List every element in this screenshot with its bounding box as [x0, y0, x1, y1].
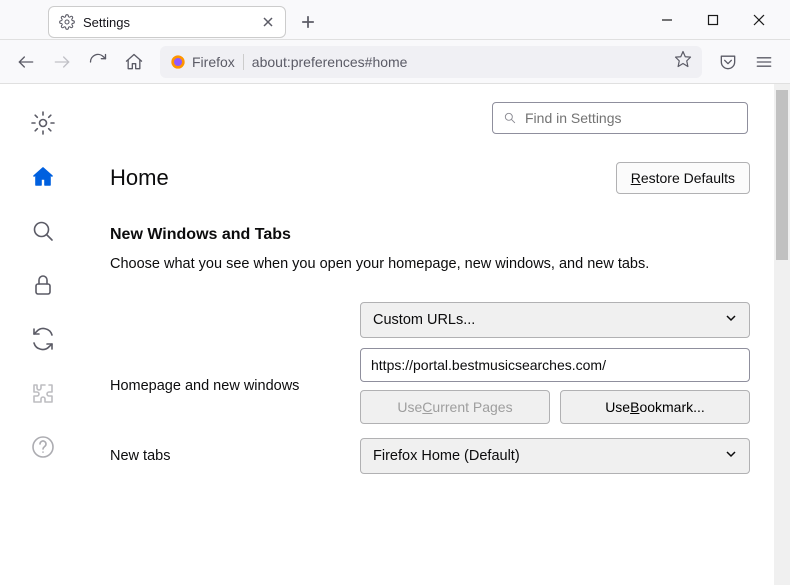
urlbar-url-text: about:preferences#home: [252, 54, 408, 70]
newtabs-select[interactable]: Firefox Home (Default): [360, 438, 750, 474]
use-bookmark-button[interactable]: Use Bookmark...: [560, 390, 750, 424]
homepage-select[interactable]: Custom URLs...: [360, 302, 750, 338]
window-close-button[interactable]: [736, 4, 782, 36]
sidebar-item-search[interactable]: [28, 216, 58, 246]
window-maximize-button[interactable]: [690, 4, 736, 36]
home-button[interactable]: [118, 46, 150, 78]
homepage-select-value: Custom URLs...: [373, 312, 475, 328]
window-minimize-button[interactable]: [644, 4, 690, 36]
firefox-icon: [170, 54, 186, 70]
section-title: New Windows and Tabs: [110, 226, 750, 244]
sidebar-item-extensions[interactable]: [28, 378, 58, 408]
gear-icon: [31, 111, 55, 135]
tab-label: Settings: [83, 15, 251, 30]
sidebar-item-privacy[interactable]: [28, 270, 58, 300]
chevron-down-icon: [725, 448, 737, 464]
urlbar-app-name: Firefox: [192, 54, 244, 70]
pocket-button[interactable]: [712, 46, 744, 78]
homepage-url-input[interactable]: [360, 348, 750, 382]
sidebar-item-help[interactable]: [28, 432, 58, 462]
tab-bar: Settings: [48, 6, 322, 38]
tab-close-button[interactable]: [259, 13, 277, 31]
settings-search-input[interactable]: Find in Settings: [492, 102, 748, 134]
search-placeholder: Find in Settings: [525, 110, 622, 126]
puzzle-icon: [31, 381, 55, 405]
help-icon: [31, 435, 55, 459]
content-area: Find in Settings Home Restore Defaults N…: [0, 84, 790, 585]
back-button[interactable]: [10, 46, 42, 78]
sidebar-item-general[interactable]: [28, 108, 58, 138]
new-tab-button[interactable]: [294, 8, 322, 36]
sync-icon: [31, 327, 55, 351]
sidebar-item-home[interactable]: [28, 162, 58, 192]
search-icon: [503, 111, 517, 125]
settings-main: Find in Settings Home Restore Defaults N…: [100, 84, 790, 585]
settings-sidebar: [0, 84, 100, 585]
forward-button[interactable]: [46, 46, 78, 78]
toolbar: Firefox about:preferences#home: [0, 40, 790, 84]
tab-settings[interactable]: Settings: [48, 6, 286, 38]
url-bar[interactable]: Firefox about:preferences#home: [160, 46, 702, 78]
homepage-label: Homepage and new windows: [110, 378, 340, 394]
scrollbar-thumb[interactable]: [776, 90, 788, 260]
lock-icon: [31, 273, 55, 297]
sidebar-item-sync[interactable]: [28, 324, 58, 354]
vertical-scrollbar[interactable]: [774, 84, 790, 585]
newtabs-label: New tabs: [110, 448, 340, 464]
restore-defaults-button[interactable]: Restore Defaults: [616, 162, 750, 194]
chevron-down-icon: [725, 312, 737, 328]
section-description: Choose what you see when you open your h…: [110, 256, 750, 272]
page-title: Home: [110, 165, 169, 191]
use-current-pages-button[interactable]: Use Current Pages: [360, 390, 550, 424]
app-menu-button[interactable]: [748, 46, 780, 78]
reload-button[interactable]: [82, 46, 114, 78]
gear-icon: [59, 14, 75, 30]
newtabs-select-value: Firefox Home (Default): [373, 448, 520, 464]
home-icon: [31, 165, 55, 189]
identity-box: Firefox: [170, 54, 244, 70]
search-icon: [31, 219, 55, 243]
bookmark-star-button[interactable]: [674, 50, 692, 73]
